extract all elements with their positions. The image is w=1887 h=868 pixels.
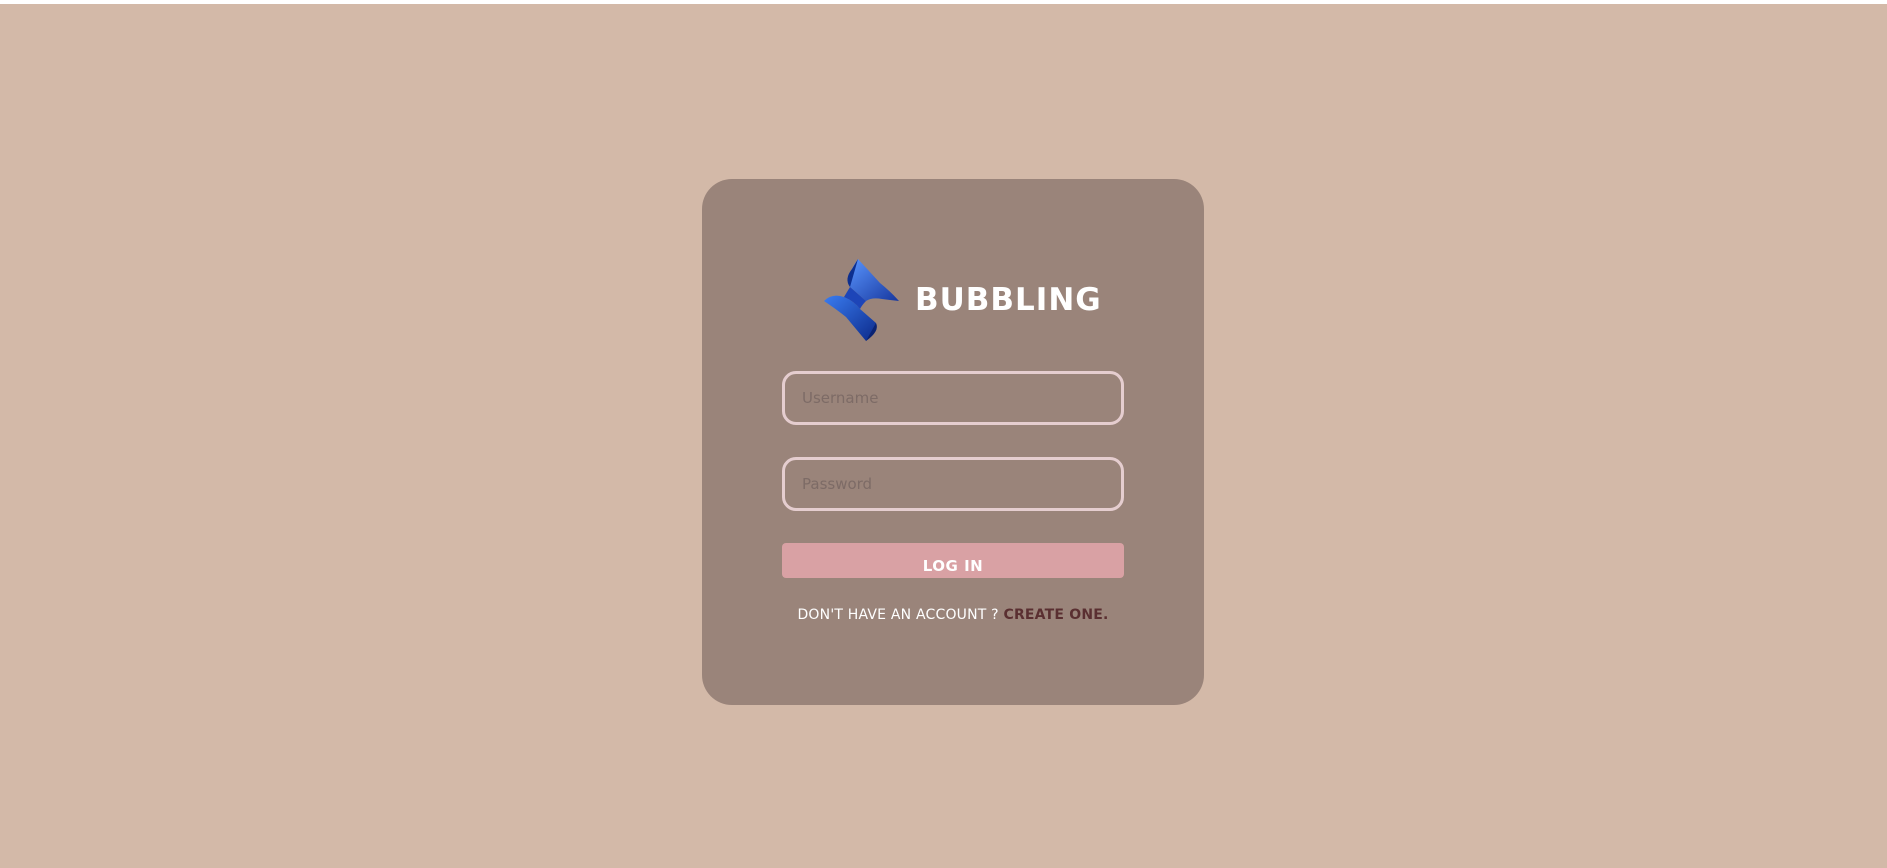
signup-prompt-text: DON'T HAVE AN ACCOUNT ?	[797, 607, 1004, 623]
username-input[interactable]	[782, 371, 1124, 425]
login-card: BUBBLING LOG IN DON'T HAVE AN ACCOUNT ? …	[702, 179, 1204, 705]
brand-header: BUBBLING	[822, 257, 1102, 343]
create-account-link[interactable]: CREATE ONE.	[1003, 607, 1108, 623]
page-background: BUBBLING LOG IN DON'T HAVE AN ACCOUNT ? …	[0, 4, 1887, 868]
login-button[interactable]: LOG IN	[782, 543, 1124, 578]
signup-prompt: DON'T HAVE AN ACCOUNT ? CREATE ONE.	[782, 607, 1124, 623]
password-input[interactable]	[782, 457, 1124, 511]
bubbling-logo-icon	[824, 259, 899, 341]
brand-name: BUBBLING	[915, 281, 1102, 318]
